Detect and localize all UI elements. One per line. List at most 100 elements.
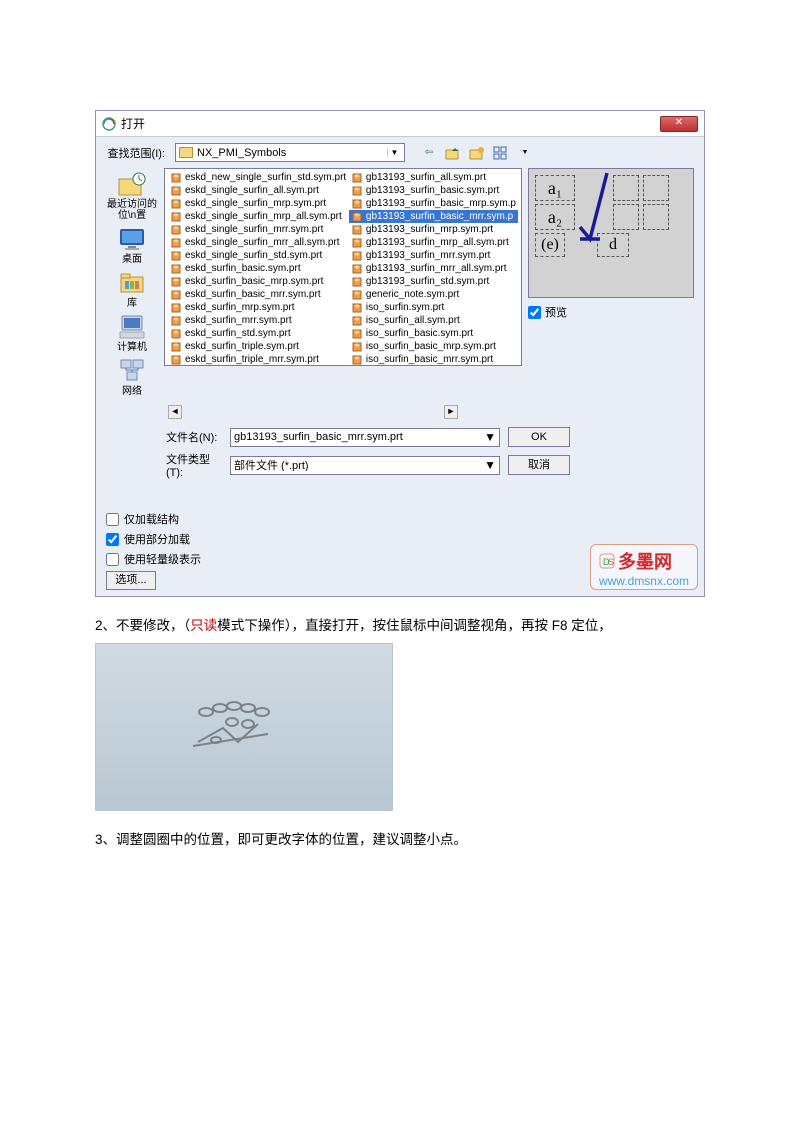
filetype-combo[interactable]: ▼ [230,456,500,475]
scope-label: 查找范围(I): [106,145,169,161]
preview-checkbox[interactable] [528,306,541,319]
part-file-icon [170,263,182,275]
file-item-label: eskd_surfin_basic_mrr.sym.prt [185,288,321,301]
file-item[interactable]: eskd_surfin_basic.sym.prt [168,262,349,275]
light-display-label: 使用轻量级表示 [124,551,201,567]
open-file-dialog: 打开 ✕ 查找范围(I): ▼ ⇦ ▼ [95,110,705,597]
quick-recent[interactable]: 最近访问的位\n置 [106,170,158,221]
new-folder-icon[interactable] [467,144,487,162]
scroll-left-icon[interactable]: ◄ [168,405,182,419]
part-file-icon [170,250,182,262]
scroll-right-icon[interactable]: ► [444,405,458,419]
file-item-label: gb13193_surfin_basic_mrp.sym.p [366,197,516,210]
quick-computer[interactable]: 计算机 [116,313,148,353]
file-item-label: gb13193_surfin_basic.sym.prt [366,184,499,197]
folder-icon [179,147,193,158]
file-item[interactable]: eskd_surfin_triple_mrr.sym.prt [168,353,349,366]
file-item[interactable]: eskd_single_surfin_all.sym.prt [168,184,349,197]
part-file-icon [170,289,182,301]
file-item[interactable]: gb13193_surfin_basic_mrr.sym.p [349,210,518,223]
watermark-cn: 多墨网 [618,548,672,574]
part-file-icon [170,276,182,288]
part-file-icon [351,315,363,327]
close-button[interactable]: ✕ [660,116,698,132]
chevron-down-icon[interactable]: ▼ [387,148,401,157]
preview-blank3 [643,175,669,201]
quick-network[interactable]: 网络 [116,357,148,397]
chevron-down-icon[interactable]: ▼ [484,458,496,472]
part-file-icon [351,172,363,184]
part-file-icon [170,237,182,249]
filetype-input[interactable] [234,459,484,471]
file-item[interactable]: gb13193_surfin_basic.sym.prt [349,184,518,197]
file-item-label: eskd_new_single_surfin_std.sym.prt [185,171,346,184]
file-item[interactable]: iso_surfin_all.sym.prt [349,314,518,327]
file-item[interactable]: gb13193_surfin_mrr.sym.prt [349,249,518,262]
ok-button[interactable]: OK [508,427,570,447]
file-item-label: gb13193_surfin_std.sym.prt [366,275,489,288]
file-item[interactable]: gb13193_surfin_std.sym.prt [349,275,518,288]
file-item-label: eskd_surfin_basic.sym.prt [185,262,301,275]
part-file-icon [170,211,182,223]
file-item[interactable]: eskd_new_single_surfin_std.sym.prt [168,171,349,184]
quick-library[interactable]: 库 [116,269,148,309]
filename-input[interactable] [234,431,484,443]
preview-panel: a₁ a₂ [528,168,694,397]
quick-recent-label: 最近访问的位\n置 [106,199,158,221]
up-folder-icon[interactable] [443,144,463,162]
load-struct-checkbox[interactable] [106,513,119,526]
file-item[interactable]: iso_surfin_basic.sym.prt [349,327,518,340]
file-item[interactable]: gb13193_surfin_basic_mrp.sym.p [349,197,518,210]
back-icon[interactable]: ⇦ [419,144,439,162]
scope-input[interactable] [197,147,387,159]
file-item-label: eskd_single_surfin_mrr.sym.prt [185,223,323,236]
filetype-row: 文件类型(T): ▼ 取消 [166,451,704,479]
file-item[interactable]: eskd_single_surfin_mrr.sym.prt [168,223,349,236]
file-item[interactable]: iso_surfin_basic_mrr.sym.prt [349,353,518,366]
file-item-label: eskd_surfin_basic_mrp.sym.prt [185,275,323,288]
file-list[interactable]: eskd_new_single_surfin_std.sym.prteskd_s… [164,168,522,366]
file-item[interactable]: eskd_single_surfin_mrp_all.sym.prt [168,210,349,223]
file-item[interactable]: iso_surfin.sym.prt [349,301,518,314]
file-item[interactable]: gb13193_surfin_all.sym.prt [349,171,518,184]
file-item-label: gb13193_surfin_all.sym.prt [366,171,486,184]
part-file-icon [351,289,363,301]
file-item[interactable]: iso_surfin_basic_mrp.sym.prt [349,340,518,353]
light-display-checkbox[interactable] [106,553,119,566]
file-item[interactable]: eskd_surfin_basic_mrr.sym.prt [168,288,349,301]
file-item[interactable]: eskd_surfin_basic_mrp.sym.prt [168,275,349,288]
file-item-label: iso_surfin_basic.sym.prt [366,327,473,340]
file-item[interactable]: gb13193_surfin_mrp.sym.prt [349,223,518,236]
preview-a2: a₂ [535,204,575,230]
file-item-label: iso_surfin_all.sym.prt [366,314,460,327]
file-item[interactable]: eskd_single_surfin_mrp.sym.prt [168,197,349,210]
file-item[interactable]: eskd_surfin_triple.sym.prt [168,340,349,353]
preview-blank2 [613,204,639,230]
preview-checkbox-row: 预览 [528,304,694,320]
partial-load-checkbox[interactable] [106,533,119,546]
view-icon[interactable] [491,144,511,162]
svg-text:S: S [608,557,614,567]
titlebar: 打开 ✕ [96,111,704,137]
part-file-icon [170,172,182,184]
chevron-down-icon[interactable]: ▼ [484,430,496,444]
filetype-label: 文件类型(T): [166,451,222,479]
file-item[interactable]: generic_note.sym.prt [349,288,518,301]
file-item[interactable]: eskd_surfin_mrp.sym.prt [168,301,349,314]
file-item[interactable]: eskd_single_surfin_std.sym.prt [168,249,349,262]
file-item[interactable]: gb13193_surfin_mrp_all.sym.prt [349,236,518,249]
quick-desktop[interactable]: 桌面 [116,225,148,265]
file-item[interactable]: eskd_surfin_std.sym.prt [168,327,349,340]
options-button[interactable]: 选项... [106,571,156,590]
file-item[interactable]: eskd_single_surfin_mrr_all.sym.prt [168,236,349,249]
file-item-label: gb13193_surfin_mrr_all.sym.prt [366,262,507,275]
file-item[interactable]: eskd_surfin_mrr.sym.prt [168,314,349,327]
cancel-button[interactable]: 取消 [508,455,570,475]
part-file-icon [351,185,363,197]
filename-combo[interactable]: ▼ [230,428,500,447]
file-item[interactable]: gb13193_surfin_mrr_all.sym.prt [349,262,518,275]
scope-combo[interactable]: ▼ [175,143,405,162]
watermark-icon: DS [599,553,615,569]
view-drop-icon[interactable]: ▼ [515,144,535,162]
file-item-label: iso_surfin_basic_mrr.sym.prt [366,353,493,366]
